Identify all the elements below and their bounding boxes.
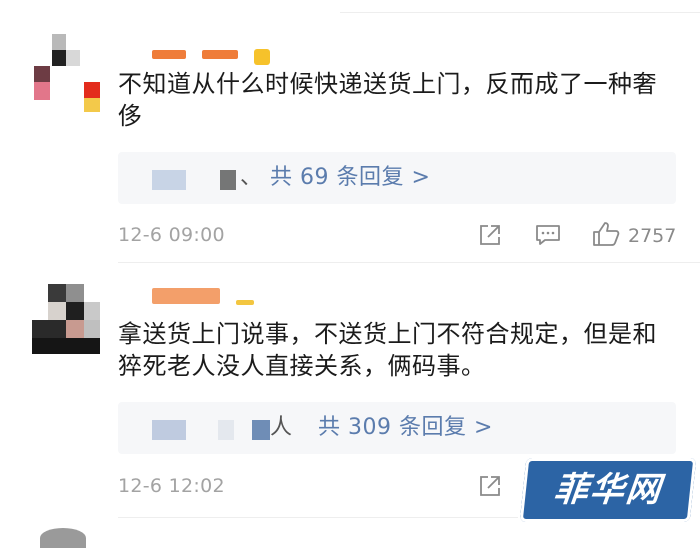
reply-name-partial: 人 <box>270 415 293 440</box>
like-icon <box>593 222 620 246</box>
watermark-text: 菲华网 <box>551 470 665 510</box>
share-button[interactable] <box>478 223 502 247</box>
share-icon <box>480 225 500 245</box>
view-replies-link[interactable]: 共 309 条回复 > <box>318 402 493 454</box>
reply-box[interactable]: 人 共 309 条回复 > <box>118 402 676 454</box>
avatar[interactable] <box>32 34 102 112</box>
avatar[interactable] <box>32 284 102 356</box>
avatar[interactable] <box>40 528 86 548</box>
username-blurred[interactable] <box>202 50 238 59</box>
comment-divider <box>118 262 700 263</box>
reply-name-blurred <box>252 420 270 440</box>
watermark-logo: 菲华网 <box>519 458 697 522</box>
user-badge <box>254 49 270 65</box>
comment-text: 拿送货上门说事，不送货上门不符合规定，但是和猝死老人没人直接关系，俩码事。 <box>118 320 657 380</box>
comment-icon <box>536 225 560 245</box>
username-blurred[interactable] <box>152 50 186 59</box>
comment-button[interactable] <box>535 223 561 247</box>
reply-box[interactable]: 、 共 69 条回复 > <box>118 152 676 204</box>
reply-name-partial: 、 <box>240 165 263 190</box>
comment-text: 不知道从什么时候快递送货上门，反而成了一种奢侈 <box>118 70 657 130</box>
top-divider <box>340 12 700 13</box>
comment-time: 12-6 12:02 <box>118 475 225 497</box>
reply-avatar-blurred <box>152 420 186 440</box>
reply-name-blurred <box>220 170 236 190</box>
comment-divider <box>118 517 518 518</box>
reply-name-blurred <box>218 420 234 440</box>
share-icon <box>480 476 500 496</box>
view-replies-link[interactable]: 共 69 条回复 > <box>270 152 430 204</box>
user-badge <box>236 300 254 305</box>
share-button[interactable] <box>478 474 502 498</box>
like-count: 2757 <box>628 225 677 247</box>
comment-time: 12-6 09:00 <box>118 224 225 246</box>
like-button[interactable] <box>592 221 620 247</box>
username-blurred[interactable] <box>152 288 220 304</box>
reply-avatar-blurred <box>152 170 186 190</box>
